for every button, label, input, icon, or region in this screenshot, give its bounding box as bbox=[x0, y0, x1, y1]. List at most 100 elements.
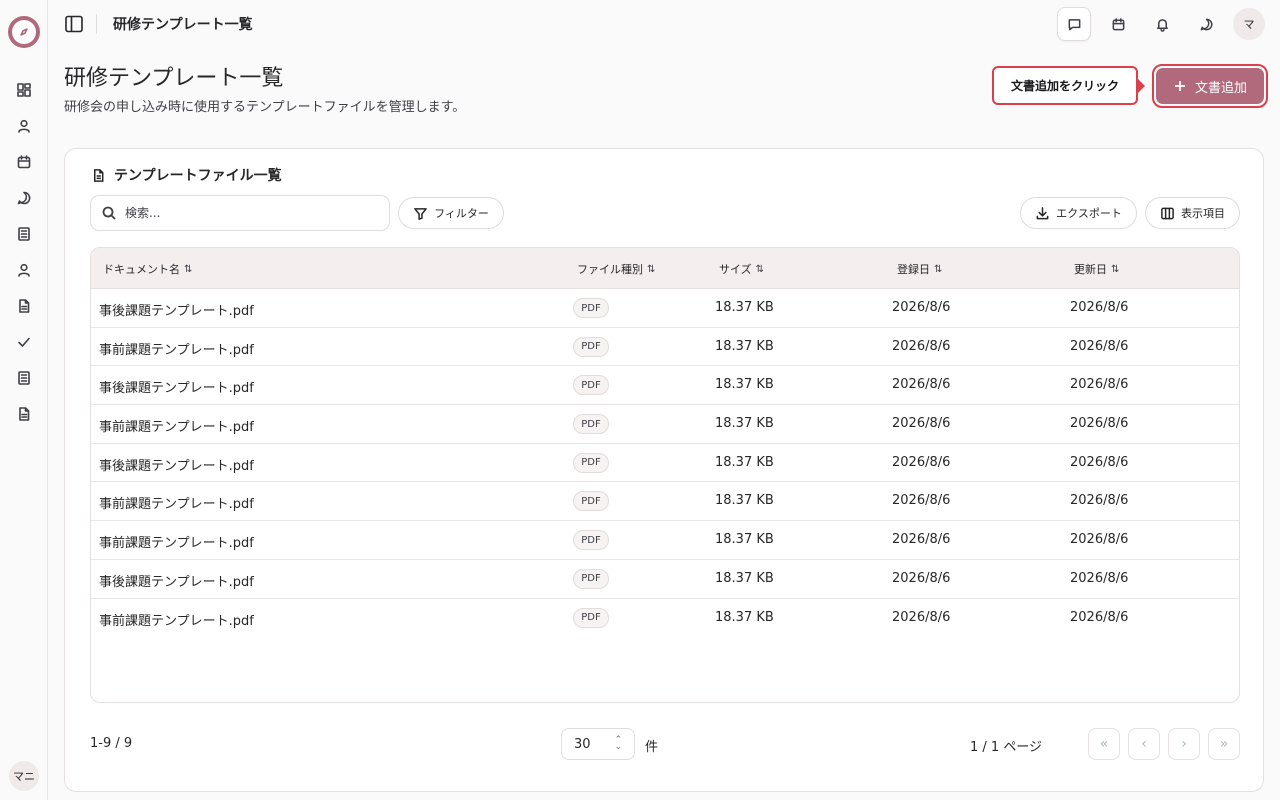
file-type-badge: PDF bbox=[573, 530, 609, 551]
cell-document-name: 事前課題テンプレート.pdf bbox=[99, 536, 254, 552]
cell-document-name: 事前課題テンプレート.pdf bbox=[99, 420, 254, 436]
table-row[interactable]: 事後課題テンプレート.pdf PDF 18.37 KB 2026/8/6 2026/8/… bbox=[91, 289, 1239, 328]
file-type-badge: PDF bbox=[573, 568, 609, 589]
cell-size: 18.37 KB bbox=[715, 338, 774, 354]
book-icon[interactable] bbox=[14, 224, 34, 244]
cell-updated: 2026/8/6 bbox=[1070, 300, 1129, 315]
add-document-button[interactable]: 文書追加 bbox=[1156, 68, 1264, 104]
table-row[interactable]: 事前課題テンプレート.pdf PDF 18.37 KB 2026/8/6 2026/8/… bbox=[91, 328, 1239, 367]
sort-icon: ⇅ bbox=[647, 263, 656, 275]
filter-icon bbox=[414, 207, 427, 220]
chat-icon[interactable] bbox=[14, 188, 34, 208]
cell-updated: 2026/8/6 bbox=[1070, 570, 1129, 586]
column-header-name[interactable]: ドキュメント名 ⇅ bbox=[103, 261, 192, 277]
cell-size: 18.37 KB bbox=[715, 300, 774, 315]
cell-created: 2026/8/6 bbox=[892, 338, 951, 354]
file-type-badge: PDF bbox=[573, 298, 609, 318]
card-title-label: テンプレートファイル一覧 bbox=[114, 168, 282, 184]
table-row[interactable]: 事前課題テンプレート.pdf PDF 18.37 KB 2026/8/6 2026/8/… bbox=[91, 482, 1239, 522]
cell-created: 2026/8/6 bbox=[892, 454, 951, 470]
prev-page-button[interactable]: ‹ bbox=[1128, 728, 1160, 760]
column-header-created[interactable]: 登録日 ⇅ bbox=[897, 261, 942, 277]
table-body: 事後課題テンプレート.pdf PDF 18.37 KB 2026/8/6 2026/8/… bbox=[91, 289, 1239, 637]
sort-icon: ⇅ bbox=[934, 263, 943, 275]
topbar-title: 研修テンプレート一覧 bbox=[113, 17, 253, 33]
sidebar: マニ bbox=[0, 0, 48, 800]
cell-created: 2026/8/6 bbox=[892, 493, 951, 509]
page-title: 研修テンプレート一覧 bbox=[64, 66, 284, 91]
first-page-button[interactable]: « bbox=[1088, 728, 1120, 760]
column-header-size[interactable]: サイズ ⇅ bbox=[719, 261, 764, 277]
user-avatar[interactable]: マニ bbox=[9, 761, 39, 791]
cell-document-name: 事前課題テンプレート.pdf bbox=[99, 497, 254, 513]
search-input[interactable] bbox=[125, 206, 365, 220]
page-size-unit: 件 bbox=[645, 740, 659, 755]
cell-size: 18.37 KB bbox=[715, 570, 774, 586]
chevrons-right-icon: » bbox=[1219, 736, 1229, 752]
cell-document-name: 事前課題テンプレート.pdf bbox=[99, 342, 254, 358]
last-page-button[interactable]: » bbox=[1208, 728, 1240, 760]
cell-created: 2026/8/6 bbox=[892, 570, 951, 586]
cell-size: 18.37 KB bbox=[715, 454, 774, 470]
page-size-select[interactable]: 30 ⌃ ⌄ bbox=[561, 728, 635, 760]
cell-created: 2026/8/6 bbox=[892, 532, 951, 548]
user-icon[interactable] bbox=[14, 116, 34, 136]
template-table: ドキュメント名 ⇅ ファイル種別 ⇅ サイズ ⇅ 登録日 ⇅ 更新日 ⇅ 事後課題テンプレ… bbox=[90, 247, 1240, 703]
cell-size: 18.37 KB bbox=[715, 493, 774, 509]
filter-button[interactable]: フィルター bbox=[398, 197, 504, 229]
table-row[interactable]: 事前課題テンプレート.pdf PDF 18.37 KB 2026/8/6 2026/8/… bbox=[91, 521, 1239, 560]
file-type-badge: PDF bbox=[573, 491, 609, 512]
card-title: テンプレートファイル一覧 bbox=[91, 165, 282, 185]
calendar-icon[interactable] bbox=[14, 152, 34, 172]
table-row[interactable]: 事前課題テンプレート.pdf PDF 18.37 KB 2026/8/6 2026/8/… bbox=[91, 405, 1239, 444]
user-avatar[interactable]: マ bbox=[1233, 8, 1265, 40]
table-row[interactable]: 事後課題テンプレート.pdf PDF 18.37 KB 2026/8/6 2026/8/… bbox=[91, 444, 1239, 483]
user-icon[interactable] bbox=[14, 260, 34, 280]
cell-created: 2026/8/6 bbox=[892, 609, 951, 625]
cell-size: 18.37 KB bbox=[715, 609, 774, 625]
cell-created: 2026/8/6 bbox=[892, 416, 951, 432]
dashboard-icon[interactable] bbox=[14, 80, 34, 100]
table-row[interactable]: 事前課題テンプレート.pdf PDF 18.37 KB 2026/8/6 2026/8/… bbox=[91, 599, 1239, 638]
columns-label: 表示項目 bbox=[1181, 207, 1225, 220]
callout-arrow bbox=[1138, 79, 1145, 93]
cell-document-name: 事後課題テンプレート.pdf bbox=[99, 304, 254, 319]
template-file-card: テンプレートファイル一覧 フィルター エクスポート 表示項目 ドキュメント名⇅ … bbox=[64, 148, 1264, 792]
cell-document-name: 事後課題テンプレート.pdf bbox=[99, 458, 254, 474]
sort-icon: ⇅ bbox=[184, 263, 193, 275]
check-icon[interactable] bbox=[14, 332, 34, 352]
document-icon[interactable] bbox=[14, 404, 34, 424]
chevron-up-down-icon: ⌃ ⌄ bbox=[614, 735, 622, 752]
cell-updated: 2026/8/6 bbox=[1070, 338, 1129, 354]
file-type-badge: PDF bbox=[573, 375, 609, 396]
message-square-icon[interactable] bbox=[1057, 7, 1091, 41]
cell-created: 2026/8/6 bbox=[892, 377, 951, 393]
chevron-left-icon: ‹ bbox=[1141, 736, 1147, 752]
chat-icon[interactable] bbox=[1189, 7, 1223, 41]
cell-size: 18.37 KB bbox=[715, 532, 774, 548]
cell-size: 18.37 KB bbox=[715, 377, 774, 393]
column-header-type[interactable]: ファイル種別 ⇅ bbox=[577, 261, 655, 277]
column-header-updated[interactable]: 更新日 ⇅ bbox=[1074, 261, 1119, 277]
table-row[interactable]: 事後課題テンプレート.pdf PDF 18.37 KB 2026/8/6 2026/8/… bbox=[91, 560, 1239, 599]
export-button[interactable]: エクスポート bbox=[1020, 197, 1137, 229]
search-icon bbox=[102, 206, 116, 220]
search-box bbox=[90, 195, 390, 231]
cell-updated: 2026/8/6 bbox=[1070, 493, 1129, 509]
sort-icon: ⇅ bbox=[1111, 263, 1120, 275]
columns-button[interactable]: 表示項目 bbox=[1145, 197, 1240, 229]
calendar-icon[interactable] bbox=[1101, 7, 1135, 41]
book-icon[interactable] bbox=[14, 368, 34, 388]
bell-icon[interactable] bbox=[1145, 7, 1179, 41]
file-type-badge: PDF bbox=[573, 452, 609, 473]
cell-document-name: 事後課題テンプレート.pdf bbox=[99, 574, 254, 590]
chevrons-left-icon: « bbox=[1099, 736, 1109, 752]
add-document-label: 文書追加 bbox=[1194, 80, 1247, 96]
cell-created: 2026/8/6 bbox=[892, 300, 951, 315]
sidebar-toggle-icon[interactable] bbox=[64, 14, 84, 34]
next-page-button[interactable]: › bbox=[1168, 728, 1200, 760]
document-icon[interactable] bbox=[14, 296, 34, 316]
app-logo-icon[interactable] bbox=[8, 16, 40, 48]
table-row[interactable]: 事後課題テンプレート.pdf PDF 18.37 KB 2026/8/6 2026/8/… bbox=[91, 366, 1239, 406]
file-type-badge: PDF bbox=[573, 336, 609, 357]
